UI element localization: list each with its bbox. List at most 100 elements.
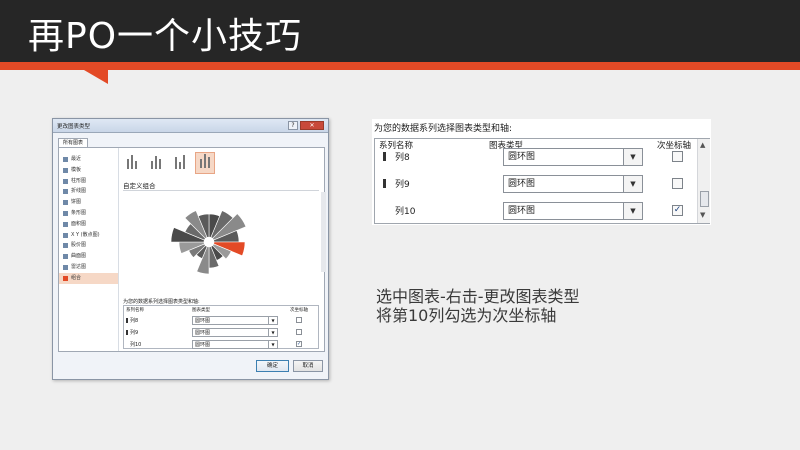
check-icon: ✓ [297,341,302,347]
col-chart-type: 图表类型 [192,308,210,313]
sidebar-item-10[interactable]: 雷达图 [59,262,118,273]
sidebar-item-0[interactable]: 最近 [59,154,118,165]
chart-type-select[interactable]: 圆环图 ▼ [503,202,643,220]
chart-type-value: 圆环图 [195,330,211,336]
zoom-series-row: 列10 圆环图 ▼ ✓ [375,199,695,225]
chart-type-select[interactable]: 圆环图 ▼ [192,328,278,337]
sidebar-item-1[interactable]: 模板 [59,165,118,176]
bar-chart-icon [63,210,68,216]
series-row: 列10 圆环图 ▼ ✓ [124,338,318,352]
zoomed-series-panel: 为您的数据系列选择图表类型和轴: 系列名称 图表类型 次坐标轴 列8 圆环图 ▼ 列9… [372,119,711,225]
sidebar-item-label: 股价图 [71,242,87,249]
combo-chart-icon [63,275,68,281]
series-marker [383,152,386,161]
chevron-down-icon[interactable]: ▼ [623,203,642,219]
col-series-name: 系列名称 [126,308,144,313]
sidebar-item-label: 面积图 [71,220,87,227]
chart-type-value: 圆环图 [195,318,211,324]
chevron-down-icon[interactable]: ▼ [268,317,277,324]
chevron-down-icon[interactable]: ▼ [268,329,277,336]
series-grid: 系列名称 图表类型 次坐标轴 列8 圆环图 ▼ 列9 圆环图 ▼ 列10 圆环图 ▼ ✓ [123,305,319,349]
slide-title: 再PO一个小技巧 [28,16,303,57]
secondary-axis-checkbox[interactable]: ✓ [672,205,683,216]
secondary-axis-checkbox[interactable] [296,317,302,323]
sidebar-item-6[interactable]: 面积图 [59,219,118,230]
area-chart-icon [63,221,68,227]
sidebar-item-label: 曲面图 [71,253,87,260]
sidebar-item-5[interactable]: 条形图 [59,208,118,219]
sidebar-item-7[interactable]: X Y (散点图) [59,230,118,241]
chart-type-value: 圆环图 [508,206,536,216]
sidebar-item-label: 柱形图 [71,177,87,184]
chart-type-select[interactable]: 圆环图 ▼ [192,316,278,325]
scroll-down-icon[interactable]: ▼ [700,211,705,219]
secondary-axis-checkbox[interactable] [672,151,683,162]
chart-type-value: 圆环图 [508,152,536,162]
sidebar-item-label: 最近 [71,156,82,162]
dialog-body: 最近模板柱形图折线图饼图条形图 面积图 X Y (散点图) 股价图曲面图雷达图 组合 自… [58,147,326,352]
combo-subtype-2[interactable] [147,152,167,174]
template-icon [63,167,68,173]
scroll-up-icon[interactable]: ▲ [700,141,705,149]
combo-subtype-3[interactable] [171,152,191,174]
chart-category-list: 最近模板柱形图折线图饼图条形图 面积图 X Y (散点图) 股价图曲面图雷达图 组合 [59,148,119,351]
instruction-line-1: 选中图表-右击-更改图表类型 [376,287,580,306]
combo-subtype-1[interactable] [123,152,143,174]
secondary-axis-checkbox[interactable] [672,178,683,189]
change-chart-type-dialog: 更改图表类型 ? ✕ 所有图表 最近 模板 柱形图 折线图 饼图 条形图 面积图 X Y (散… [52,118,329,380]
close-button[interactable]: ✕ [300,121,324,130]
instruction-text: 选中图表-右击-更改图表类型 将第10列勾选为次坐标轴 [376,287,580,325]
chart-type-select[interactable]: 圆环图 ▼ [503,148,643,166]
chevron-down-icon[interactable]: ▼ [268,341,277,348]
preview-scrollbar[interactable] [321,192,326,272]
series-label: 为您的数据系列选择图表类型和轴: [123,299,200,305]
series-marker [383,179,386,188]
pie-chart-icon [63,200,68,206]
slide-header: 再PO一个小技巧 [0,0,800,62]
sidebar-item-3[interactable]: 折线图 [59,186,118,197]
divider [123,190,319,191]
header-accent-bar [0,62,800,70]
dialog-title: 更改图表类型 [57,124,91,130]
scroll-thumb[interactable] [700,191,709,207]
zoom-series-label: 为您的数据系列选择图表类型和轴: [374,124,513,134]
sidebar-item-label: 组合 [71,274,82,281]
subtype-label: 自定义组合 [123,182,156,190]
zoom-scrollbar[interactable]: ▲ ▼ [697,139,710,223]
recent-icon [63,157,68,162]
radar-chart-icon [63,264,68,270]
chart-type-select[interactable]: 圆环图 ▼ [503,175,643,193]
line-chart-icon [63,189,68,195]
zoom-series-row: 列9 圆环图 ▼ [375,172,695,198]
instruction-line-2: 将第10列勾选为次坐标轴 [376,306,557,325]
sidebar-item-4[interactable]: 饼图 [59,197,118,208]
sidebar-item-label: 模板 [71,166,82,173]
cancel-button[interactable]: 取消 [293,360,323,372]
sidebar-item-9[interactable]: 曲面图 [59,251,118,262]
series-marker [126,330,128,335]
zoom-series-row: 列8 圆环图 ▼ [375,145,695,171]
chevron-down-icon[interactable]: ▼ [623,149,642,165]
check-icon: ✓ [673,205,682,215]
sidebar-item-label: X Y (散点图) [71,231,100,238]
chart-type-select[interactable]: 圆环图 ▼ [192,340,278,349]
sidebar-item-label: 折线图 [71,188,87,195]
series-name: 列8 [395,153,410,163]
chevron-down-icon[interactable]: ▼ [623,176,642,192]
sidebar-item-label: 饼图 [71,199,82,206]
column-chart-icon [63,178,68,184]
ok-button[interactable]: 确定 [256,360,289,372]
series-name: 列9 [395,180,410,190]
secondary-axis-checkbox[interactable]: ✓ [296,341,302,347]
col-secondary-axis: 次坐标轴 [290,308,308,313]
help-button[interactable]: ? [288,121,298,130]
stock-chart-icon [63,243,68,249]
sidebar-item-8[interactable]: 股价图 [59,240,118,251]
surface-chart-icon [63,254,68,260]
combo-subtype-custom[interactable] [195,152,215,174]
scatter-chart-icon [63,232,68,238]
series-marker [126,318,128,323]
sidebar-item-11[interactable]: 组合 [59,272,118,284]
secondary-axis-checkbox[interactable] [296,329,302,335]
sidebar-item-2[interactable]: 柱形图 [59,176,118,187]
